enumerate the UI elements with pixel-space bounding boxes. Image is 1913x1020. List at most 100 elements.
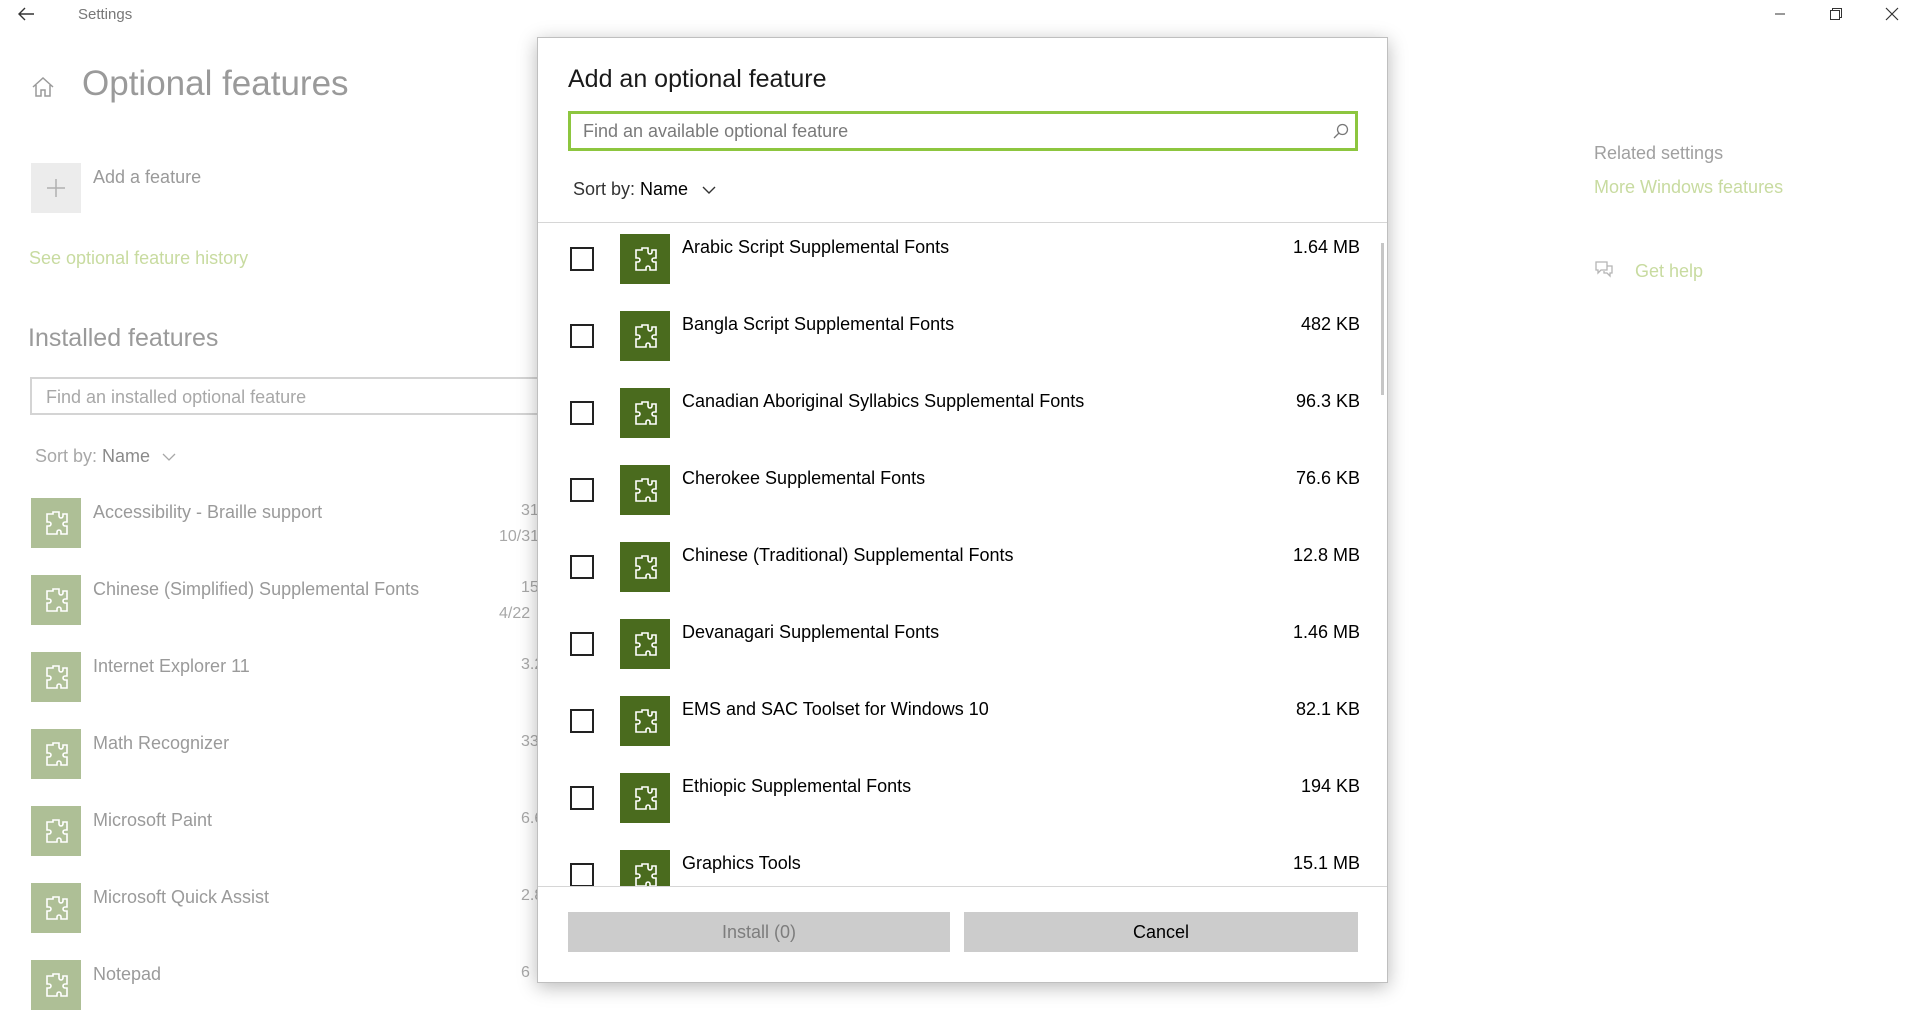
- feature-size: 76.6 KB: [1295, 468, 1360, 488]
- available-features-list: Arabic Script Supplemental Fonts 1.64 MB…: [538, 223, 1387, 886]
- feature-checkbox[interactable]: [570, 401, 594, 425]
- puzzle-icon: [31, 652, 81, 702]
- chat-help-icon: [1593, 258, 1615, 280]
- feature-name: Math Recognizer: [93, 733, 230, 753]
- feature-size: 6: [521, 964, 530, 981]
- sort-value: Name: [640, 179, 689, 199]
- feature-checkbox[interactable]: [570, 247, 594, 271]
- feature-date: 4/22: [499, 605, 531, 622]
- feature-checkbox[interactable]: [570, 478, 594, 502]
- puzzle-icon: [620, 234, 670, 284]
- get-help-link[interactable]: Get help: [1635, 261, 1703, 282]
- feature-name: Canadian Aboriginal Syllabics Supplement…: [682, 391, 1085, 411]
- feature-checkbox[interactable]: [570, 324, 594, 348]
- feature-row[interactable]: Chinese (Traditional) Supplemental Fonts…: [538, 531, 1387, 607]
- puzzle-icon: [31, 806, 81, 856]
- feature-row[interactable]: Canadian Aboriginal Syllabics Supplement…: [538, 377, 1387, 453]
- feature-date: 10/31: [499, 528, 540, 545]
- chevron-down-icon: [162, 453, 176, 461]
- feature-checkbox[interactable]: [570, 863, 594, 886]
- feature-search-input[interactable]: [583, 118, 1323, 144]
- feature-name: Accessibility - Braille support: [93, 502, 323, 522]
- list-item[interactable]: Notepad 6: [31, 960, 551, 1020]
- list-item[interactable]: Chinese (Simplified) Supplemental Fonts …: [31, 575, 551, 635]
- installed-sort-dropdown[interactable]: Sort by: Name: [35, 446, 177, 467]
- feature-row[interactable]: Devanagari Supplemental Fonts 1.46 MB: [538, 608, 1387, 684]
- feature-name: Bangla Script Supplemental Fonts: [682, 314, 955, 334]
- feature-row[interactable]: Ethiopic Supplemental Fonts 194 KB: [538, 762, 1387, 838]
- install-button[interactable]: Install (0): [568, 912, 950, 952]
- feature-checkbox[interactable]: [570, 709, 594, 733]
- feature-row[interactable]: Bangla Script Supplemental Fonts 482 KB: [538, 300, 1387, 376]
- installed-features-heading: Installed features: [28, 324, 219, 352]
- add-feature-label[interactable]: Add a feature: [93, 167, 201, 188]
- feature-row[interactable]: Graphics Tools 15.1 MB: [538, 839, 1387, 886]
- puzzle-icon: [620, 542, 670, 592]
- divider: [538, 886, 1387, 887]
- puzzle-icon: [620, 311, 670, 361]
- puzzle-icon: [620, 619, 670, 669]
- feature-name: Chinese (Traditional) Supplemental Fonts: [682, 545, 1014, 565]
- feature-row[interactable]: Cherokee Supplemental Fonts 76.6 KB: [538, 454, 1387, 530]
- puzzle-icon: [620, 388, 670, 438]
- feature-row[interactable]: EMS and SAC Toolset for Windows 10 82.1 …: [538, 685, 1387, 761]
- feature-size: 1.46 MB: [1292, 622, 1360, 642]
- feature-checkbox[interactable]: [570, 555, 594, 579]
- plus-icon: [47, 179, 65, 197]
- feature-size: 12.8 MB: [1292, 545, 1360, 565]
- puzzle-icon: [31, 729, 81, 779]
- feature-size: 1.64 MB: [1292, 237, 1360, 257]
- puzzle-icon: [31, 883, 81, 933]
- related-settings-heading: Related settings: [1594, 143, 1724, 163]
- feature-name: Microsoft Quick Assist: [93, 887, 270, 907]
- list-item[interactable]: Internet Explorer 11 3.2: [31, 652, 551, 712]
- feature-name: Notepad: [93, 964, 162, 984]
- puzzle-icon: [620, 773, 670, 823]
- puzzle-icon: [31, 498, 81, 548]
- installed-search-placeholder: Find an installed optional feature: [46, 387, 307, 407]
- sort-prefix: Sort by:: [35, 446, 98, 466]
- puzzle-icon: [31, 960, 81, 1010]
- list-item[interactable]: Microsoft Quick Assist 2.8: [31, 883, 551, 943]
- installed-search-input[interactable]: Find an installed optional feature: [30, 377, 550, 415]
- list-item[interactable]: Accessibility - Braille support 31 10/31: [31, 498, 551, 558]
- list-scrollbar[interactable]: [1381, 243, 1384, 395]
- sort-prefix: Sort by:: [573, 179, 636, 199]
- puzzle-icon: [620, 465, 670, 515]
- feature-name: Arabic Script Supplemental Fonts: [682, 237, 950, 257]
- feature-search-box: [568, 111, 1358, 151]
- feature-name: Microsoft Paint: [93, 810, 213, 830]
- chevron-down-icon: [702, 186, 716, 194]
- feature-name: Chinese (Simplified) Supplemental Fonts: [93, 579, 420, 599]
- search-icon[interactable]: [1332, 122, 1350, 140]
- feature-row[interactable]: Arabic Script Supplemental Fonts 1.64 MB: [538, 223, 1387, 299]
- puzzle-icon: [620, 850, 670, 886]
- list-item[interactable]: Math Recognizer 33: [31, 729, 551, 789]
- feature-name: Graphics Tools: [682, 853, 801, 873]
- feature-size: 96.3 KB: [1295, 391, 1360, 411]
- feature-name: Ethiopic Supplemental Fonts: [682, 776, 912, 796]
- dialog-title: Add an optional feature: [568, 65, 827, 93]
- feature-name: Internet Explorer 11: [93, 656, 250, 676]
- feature-name: Devanagari Supplemental Fonts: [682, 622, 940, 642]
- sort-value: Name: [102, 446, 151, 466]
- puzzle-icon: [620, 696, 670, 746]
- feature-history-link[interactable]: See optional feature history: [29, 248, 248, 269]
- feature-size: 194 KB: [1300, 776, 1360, 796]
- cancel-button[interactable]: Cancel: [964, 912, 1358, 952]
- feature-size: 82.1 KB: [1295, 699, 1360, 719]
- more-windows-features-link[interactable]: More Windows features: [1594, 177, 1783, 198]
- page-title: Optional features: [82, 64, 349, 103]
- feature-size: 15.1 MB: [1292, 853, 1360, 873]
- feature-name: EMS and SAC Toolset for Windows 10: [682, 699, 989, 719]
- puzzle-icon: [31, 575, 81, 625]
- feature-checkbox[interactable]: [570, 632, 594, 656]
- feature-size: 482 KB: [1300, 314, 1360, 334]
- add-optional-feature-dialog: Add an optional feature Sort by: Name Ar…: [537, 37, 1388, 983]
- add-feature-button[interactable]: [31, 163, 81, 213]
- home-icon[interactable]: [30, 74, 56, 100]
- feature-checkbox[interactable]: [570, 786, 594, 810]
- feature-name: Cherokee Supplemental Fonts: [682, 468, 926, 488]
- available-sort-dropdown[interactable]: Sort by: Name: [573, 179, 717, 200]
- list-item[interactable]: Microsoft Paint 6.6: [31, 806, 551, 866]
